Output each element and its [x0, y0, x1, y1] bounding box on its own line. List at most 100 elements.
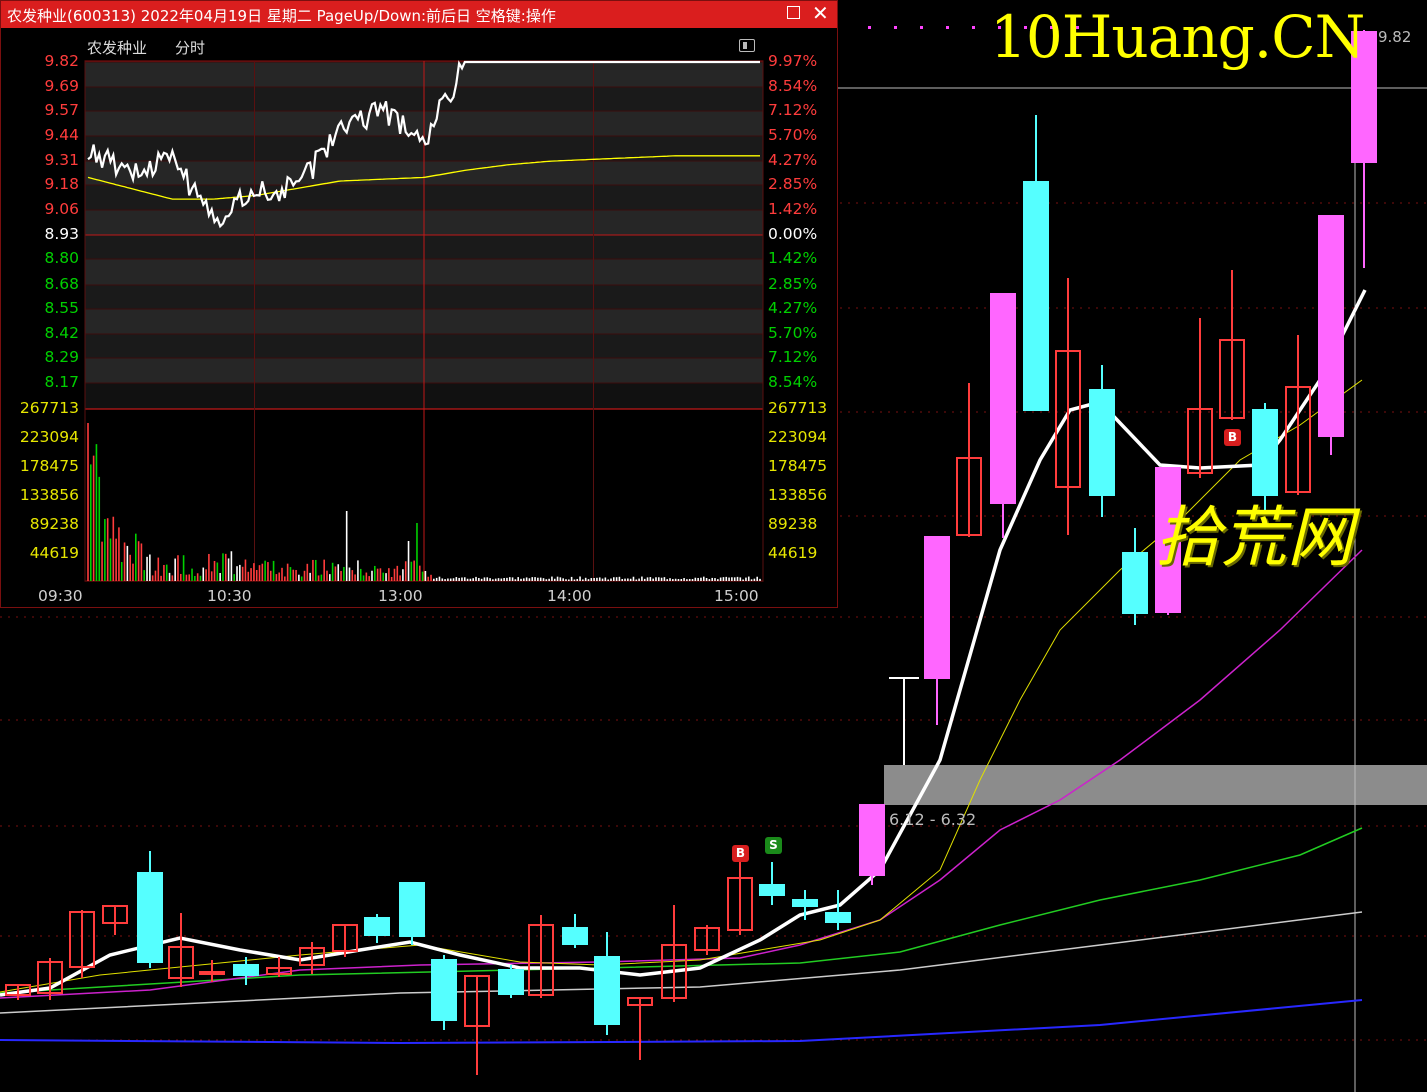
price-axis-label: 9.69 [44, 77, 79, 95]
candle-up [266, 957, 292, 977]
candle-body [924, 536, 950, 679]
pct-axis-label: 8.54% [768, 373, 818, 391]
candle-body [1252, 409, 1278, 496]
candle-body [759, 884, 785, 896]
candle-down [1252, 403, 1278, 510]
time-axis-label: 15:00 [714, 587, 759, 605]
candle-down [1089, 365, 1115, 517]
candle-body [431, 959, 457, 1021]
candle-up [69, 910, 95, 978]
candle-down [825, 890, 851, 930]
candle-down [562, 914, 588, 948]
dot-marker [868, 26, 871, 29]
candle-limit-up [924, 536, 950, 725]
candle-body [990, 293, 1016, 504]
volume-axis-label: 178475 [19, 457, 79, 475]
pct-axis-label: 5.70% [768, 126, 818, 144]
candle-limit-up [1318, 215, 1344, 455]
chart-mode-label: 分时 [175, 39, 206, 57]
pct-axis-label: 4.27% [768, 299, 818, 317]
stock-name-label: 农发种业 [87, 39, 148, 57]
candle-body [233, 964, 259, 976]
candle-body [364, 917, 390, 936]
sell-signal-badge: S [765, 837, 782, 854]
candle-body [859, 804, 885, 876]
dot-marker [946, 26, 949, 29]
price-axis-label: 9.31 [44, 151, 79, 169]
candle-up [727, 862, 753, 935]
candle-doji [889, 677, 919, 765]
candle-down [1122, 528, 1148, 625]
pct-axis-label: 4.27% [768, 151, 818, 169]
volume-axis-label: 267713 [19, 399, 79, 417]
candle-up [627, 997, 653, 1060]
candle-up [102, 905, 128, 935]
price-axis-label: 9.82 [44, 52, 79, 70]
candle-down [594, 932, 620, 1035]
candle-body [399, 882, 425, 937]
candle-body [137, 872, 163, 963]
price-axis-label: 8.29 [44, 348, 79, 366]
time-axis-label: 13:00 [378, 587, 423, 605]
candle-down [364, 914, 390, 943]
dot-marker [894, 26, 897, 29]
watermark-text: 拾荒网 [1155, 499, 1353, 576]
ma-line-blue [0, 999, 1363, 1045]
pct-axis-label: 7.12% [768, 348, 818, 366]
pct-axis-label: 7.12% [768, 101, 818, 119]
dot-marker [972, 26, 975, 29]
pct-axis-label: 9.97% [768, 52, 818, 70]
volume-axis-label: 89238 [29, 515, 79, 533]
dot-marker [920, 26, 923, 29]
time-axis-label: 10:30 [207, 587, 252, 605]
volume-axis-label: 44619 [29, 544, 79, 562]
candle-body [594, 956, 620, 1025]
pct-axis-label: 2.85% [768, 175, 818, 193]
candle-down [498, 965, 524, 998]
candle-down [431, 955, 457, 1030]
candle-body [1089, 389, 1115, 496]
volume-axis-label: 223094 [768, 428, 828, 446]
candle-limit-up [859, 804, 885, 885]
intraday-window[interactable]: 农发种业(600313) 2022年04月19日 星期二 PageUp/Down… [0, 0, 838, 608]
pct-axis-label: 8.54% [768, 77, 818, 95]
panel-toggle-icon[interactable] [739, 39, 755, 52]
price-axis-label: 8.55 [44, 299, 79, 317]
candle-up [168, 913, 194, 987]
price-axis-label: 9.18 [44, 175, 79, 193]
candle-body [562, 927, 588, 945]
candle-body [498, 969, 524, 995]
intraday-chart [84, 60, 764, 582]
buy-signal-badge: B [732, 845, 749, 862]
pct-axis-label: 1.42% [768, 200, 818, 218]
buy-signal-badge: B [1224, 429, 1241, 446]
last-price-tag: 9.82 [1378, 28, 1412, 46]
candle-limit-up [990, 293, 1016, 538]
candle-body [1318, 215, 1344, 437]
price-axis-label: 9.57 [44, 101, 79, 119]
volume-axis-label: 133856 [19, 486, 79, 504]
price-axis-label: 9.44 [44, 126, 79, 144]
price-axis-label: 8.68 [44, 275, 79, 293]
candle-down [1023, 115, 1049, 411]
time-axis-label: 14:00 [547, 587, 592, 605]
candle-down [399, 882, 425, 945]
volume-axis-label: 133856 [768, 486, 828, 504]
candle-up [37, 958, 63, 1000]
candle-down [759, 862, 785, 905]
volume-axis-label: 223094 [19, 428, 79, 446]
price-axis-label: 8.17 [44, 373, 79, 391]
candle-up [528, 915, 554, 998]
pct-axis-label: 2.85% [768, 275, 818, 293]
pct-axis-label: 5.70% [768, 324, 818, 342]
price-axis-label: 8.93 [44, 225, 79, 243]
pct-axis-label: 1.42% [768, 249, 818, 267]
volume-axis-label: 178475 [768, 457, 828, 475]
candle-body [792, 899, 818, 907]
time-axis-label: 09:30 [38, 587, 83, 605]
candle-body [1122, 552, 1148, 614]
price-axis-label: 9.06 [44, 200, 79, 218]
price-axis-label: 8.80 [44, 249, 79, 267]
pct-axis-label: 0.00% [768, 225, 818, 243]
candle-down [137, 851, 163, 968]
